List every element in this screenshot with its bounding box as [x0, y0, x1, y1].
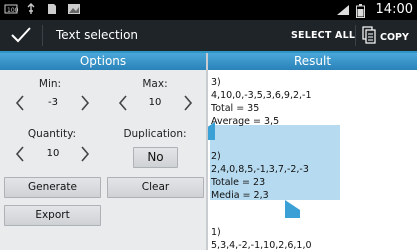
result-line: Totale = 23 — [211, 177, 266, 188]
duplication-label: Duplication: — [123, 128, 187, 140]
usb-icon: 100 — [4, 3, 19, 15]
quantity-increase-chevron-right-icon[interactable] — [80, 146, 90, 162]
min-label: Min: — [38, 78, 62, 90]
text-selection-highlight — [210, 125, 340, 200]
system-icons: 14:00 — [336, 2, 413, 18]
result-line: Average = 3,5 — [211, 116, 280, 127]
min-decrease-chevron-left-icon[interactable] — [15, 95, 25, 111]
quantity-decrease-chevron-left-icon[interactable] — [15, 146, 25, 162]
sd-card-icon — [25, 3, 39, 15]
signal-icon — [336, 4, 350, 16]
notification-icons: 100 — [4, 3, 81, 15]
image-icon — [46, 3, 60, 15]
battery-icon — [355, 3, 370, 18]
result-line: 3) — [211, 77, 221, 88]
max-label: Max: — [142, 78, 168, 90]
duplication-toggle[interactable]: No — [133, 147, 178, 168]
quantity-value: 10 — [46, 148, 60, 159]
generate-button[interactable]: Generate — [4, 177, 101, 198]
min-value: -3 — [48, 97, 58, 108]
selection-start-handle-icon[interactable] — [208, 122, 216, 144]
selection-end-handle-icon[interactable] — [284, 200, 300, 222]
tab-options: Options — [0, 53, 206, 70]
max-decrease-chevron-left-icon[interactable] — [118, 95, 128, 111]
options-panel: Min: -3 Max: 10 Quantity: 10 Duplication… — [0, 70, 206, 250]
result-line: 1) — [211, 227, 221, 238]
quantity-label: Quantity: — [27, 128, 77, 140]
result-line: 5,3,4,-2,-1,10,2,6,1,0 — [211, 240, 312, 250]
done-check-icon[interactable] — [10, 26, 32, 44]
svg-text:100: 100 — [7, 7, 18, 14]
max-increase-chevron-right-icon[interactable] — [183, 95, 193, 111]
min-increase-chevron-right-icon[interactable] — [80, 95, 90, 111]
copy-label: COPY — [380, 31, 409, 43]
result-line: 2,4,0,8,5,-1,3,7,-2,-3 — [211, 164, 309, 175]
export-button[interactable]: Export — [4, 205, 101, 226]
action-bar-title: Text selection — [56, 28, 139, 42]
copy-button[interactable]: COPY — [362, 26, 409, 48]
status-clock: 14:00 — [375, 2, 413, 17]
clear-button[interactable]: Clear — [107, 177, 204, 198]
text-selection-action-bar: Text selection SELECT ALL COPY — [0, 20, 417, 53]
action-bar-divider — [42, 25, 43, 46]
copy-icon — [362, 26, 376, 48]
result-line: 2) — [211, 151, 221, 162]
result-line: Total = 35 — [211, 103, 260, 114]
select-all-button[interactable]: SELECT ALL — [291, 30, 355, 41]
result-panel[interactable]: 3) 4,10,0,-3,5,3,6,9,2,-1 Total = 35 Averag… — [208, 70, 417, 250]
result-line: Media = 2,3 — [211, 190, 269, 201]
tab-result: Result — [208, 53, 417, 70]
result-line: 4,10,0,-3,5,3,6,9,2,-1 — [211, 90, 312, 101]
debug-icon — [67, 3, 81, 15]
max-value: 10 — [148, 97, 162, 108]
action-bar-divider-2 — [355, 25, 356, 46]
status-bar: 100 14:00 — [0, 0, 417, 20]
